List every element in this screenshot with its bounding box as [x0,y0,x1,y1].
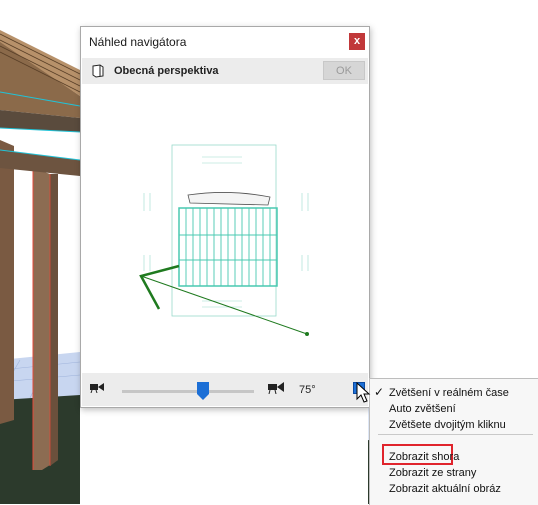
plan-preview [139,144,309,336]
view-icon [92,64,104,78]
camera-left-icon[interactable] [90,383,104,393]
menu-item-top-view[interactable]: Zobrazit shora [389,451,459,463]
menu-item-doubleclick-zoom[interactable]: Zvětšete dvojitým kliknu [389,419,506,431]
options-context-menu: ✓ Zvětšení v reálném čase Auto zvětšení … [369,378,538,505]
ok-button[interactable]: OK [323,61,365,80]
dialog-title: Náhled navigátora [89,35,187,49]
zoom-slider-thumb[interactable] [197,382,209,400]
view-name: Obecná perspektiva [114,65,219,77]
roof-outline [187,192,271,206]
camera-right-icon[interactable] [268,382,284,394]
navigator-controls: 75° [82,373,368,406]
close-button[interactable]: x [349,33,365,50]
menu-item-realtime-zoom[interactable]: Zvětšení v reálném čase [389,387,509,399]
view-angle: 75° [299,384,316,396]
view-toolbar: Obecná perspektiva OK [82,58,368,84]
menu-item-current-image-view[interactable]: Zobrazit aktuální obráz [389,483,501,495]
plan-markers [143,156,309,308]
navigator-preview-dialog: Náhled navigátora x Obecná perspektiva O… [80,26,370,408]
check-icon: ✓ [374,385,385,399]
menu-item-side-view[interactable]: Zobrazit ze strany [389,467,476,479]
mouse-cursor-icon [356,382,371,403]
title-bar[interactable]: Náhled navigátora x [81,27,369,57]
zoom-slider-track[interactable] [122,390,254,393]
plan-boundary [171,144,277,317]
menu-separator [378,434,533,435]
navigator-preview-area[interactable] [82,85,368,373]
close-icon: x [353,35,361,47]
menu-item-auto-zoom[interactable]: Auto zvětšení [389,403,456,415]
deck-slats [179,208,277,286]
